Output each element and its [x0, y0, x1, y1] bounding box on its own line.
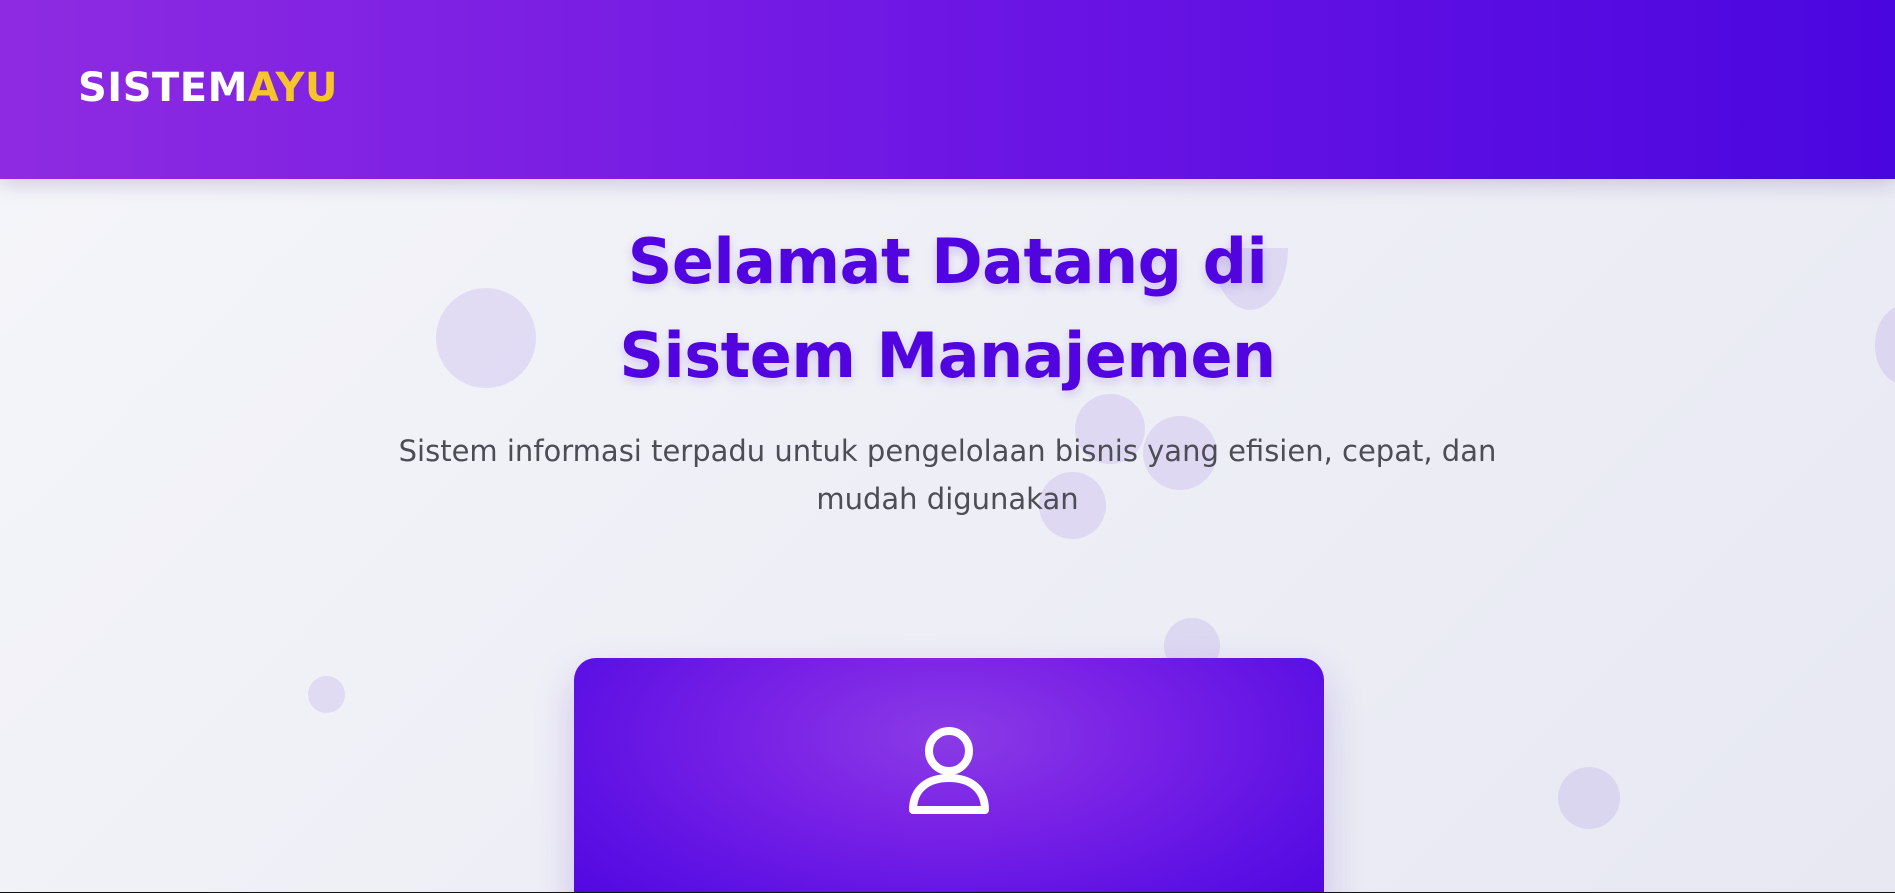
hero-subtitle: Sistem informasi terpadu untuk pengelola…	[398, 434, 1497, 516]
page: SISTEMAYU Selamat Datang di Sistem Manaj…	[0, 0, 1895, 893]
logo[interactable]: SISTEMAYU	[78, 58, 338, 118]
hero-title: Selamat Datang di Sistem Manajemen	[619, 225, 1276, 392]
logo-text-primary: SISTEM	[78, 65, 248, 111]
logo-text-accent: AYU	[247, 65, 338, 111]
header: SISTEMAYU	[0, 0, 1895, 179]
user-icon	[907, 726, 991, 816]
login-card	[574, 658, 1324, 893]
